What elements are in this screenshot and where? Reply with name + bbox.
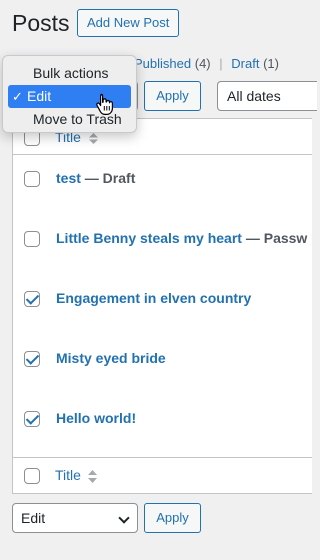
apply-button-bottom[interactable]: Apply	[144, 503, 201, 533]
apply-button-top[interactable]: Apply	[144, 81, 201, 111]
table-footer-row: Title	[13, 457, 312, 494]
post-title-link[interactable]: test — Draft	[56, 168, 135, 188]
table-row: Engagement in elven country	[13, 276, 312, 336]
post-title-text[interactable]: Engagement in elven country	[56, 290, 251, 306]
hand-pointer-cursor-icon	[96, 93, 113, 115]
filter-separator: |	[219, 56, 223, 71]
post-state-label: — Passw	[241, 230, 308, 246]
post-title-link[interactable]: Little Benny steals my heart — Passw	[56, 228, 307, 248]
checkmark-icon: ✓	[12, 89, 23, 104]
row-checkbox[interactable]	[24, 231, 40, 247]
chevron-down-icon	[118, 512, 130, 524]
draft-count: (1)	[263, 56, 279, 71]
menu-item-label: Edit	[27, 88, 52, 104]
bulk-actions-dropdown-menu: Bulk actions ✓ Edit Move to Trash	[2, 55, 137, 133]
sort-icon[interactable]	[89, 133, 98, 144]
page-title: Posts	[12, 10, 70, 36]
filter-published-link[interactable]: Published	[134, 56, 191, 71]
bulk-actions-select-bottom[interactable]: Edit	[12, 503, 138, 533]
table-row: Little Benny steals my heart — Passw	[13, 216, 312, 276]
select-all-checkbox-footer[interactable]	[24, 468, 40, 484]
post-state-label: — Draft	[80, 170, 136, 186]
row-checkbox[interactable]	[24, 411, 40, 427]
sort-icon[interactable]	[88, 470, 97, 483]
table-row: test — Draft	[13, 156, 312, 216]
menu-item-bulk-actions[interactable]: Bulk actions	[8, 62, 131, 85]
post-status-filters: Published (4) | Draft (1)	[134, 55, 279, 73]
published-count: (4)	[194, 56, 211, 71]
row-checkbox[interactable]	[24, 171, 40, 187]
row-checkbox[interactable]	[24, 291, 40, 307]
date-filter-select[interactable]: All dates	[217, 81, 317, 111]
post-title-link[interactable]: Hello world!	[56, 408, 136, 428]
column-title-footer[interactable]: Title	[55, 465, 81, 485]
row-checkbox[interactable]	[24, 351, 40, 367]
filter-draft-link[interactable]: Draft	[231, 56, 259, 71]
posts-table: Title test — Draft Little Benny steals my…	[12, 118, 312, 494]
post-title-link[interactable]: Misty eyed bride	[56, 348, 166, 368]
post-title-text[interactable]: Hello world!	[56, 410, 136, 426]
post-title-text[interactable]: Misty eyed bride	[56, 350, 166, 366]
table-row: Hello world!	[13, 396, 312, 456]
post-title-link[interactable]: Engagement in elven country	[56, 288, 251, 308]
add-new-post-button[interactable]: Add New Post	[77, 9, 180, 37]
post-title-text[interactable]: test	[56, 170, 81, 186]
table-row: Misty eyed bride	[13, 336, 312, 396]
bulk-actions-select-value: Edit	[21, 510, 46, 526]
menu-item-label: Bulk actions	[33, 65, 109, 81]
post-title-text[interactable]: Little Benny steals my heart	[56, 230, 242, 246]
